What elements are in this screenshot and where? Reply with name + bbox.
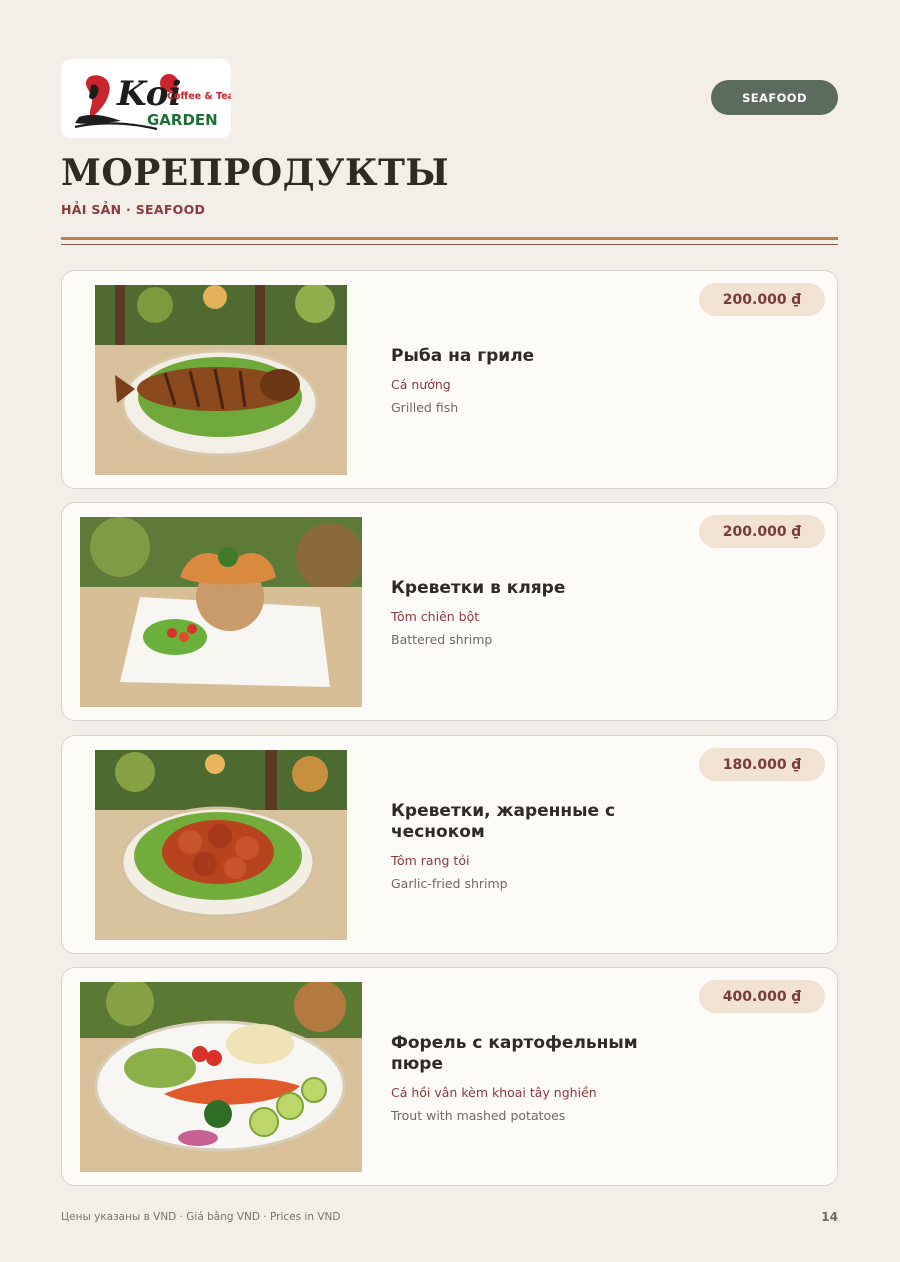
dish-text: Креветки, жаренные с чесноком Tôm rang t… [391,736,671,955]
dish-text: Рыба на гриле Cá nướng Grilled fish [391,271,671,490]
logo-name: GARDEN [147,111,218,129]
dish-name-ru: Форель с картофельным пюре [391,1032,638,1074]
trout-mashed-potatoes-photo [80,982,362,1172]
dish-name-vi: Cá hồi vân kèm khoai tây nghiền [391,1084,597,1100]
price-badge: 180.000 ₫ [699,748,825,781]
page-title: МОРЕПРОДУКТЫ [61,152,450,194]
footer-note: Цены указаны в VND · Giá bằng VND · Pric… [61,1211,341,1223]
battered-shrimp-photo [80,517,362,707]
divider-thick [61,237,838,240]
garlic-shrimp-photo [95,750,347,940]
dish-text: Креветки в кляре Tôm chiên bột Battered … [391,503,671,722]
dish-name-vi: Tôm chiên bột [391,609,480,624]
dish-name-ru: Креветки, жаренные с чесноком [391,800,616,842]
price-badge: 200.000 ₫ [699,515,825,548]
menu-item-card: 400.000 ₫ Форель с картофельным пюре Cá … [61,967,838,1186]
dish-name-en: Grilled fish [391,400,459,415]
category-badge: SEAFOOD [711,80,838,115]
dish-name-en: Battered shrimp [391,632,493,647]
price-badge: 200.000 ₫ [699,283,825,316]
dish-name-vi: Cá nướng [391,377,451,392]
dish-name-vi: Tôm rang tỏi [391,852,470,868]
grilled-fish-photo [95,285,347,475]
logo-tagline: Coffee & Tea [167,91,231,102]
dish-text: Форель с картофельным пюре Cá hồi vân kè… [391,968,671,1187]
dish-name-en: Garlic-fried shrimp [391,875,508,891]
menu-item-card: 200.000 ₫ Рыба на гриле Cá nướng Grilled… [61,270,838,489]
divider-thin [61,244,838,245]
menu-page: Koi Coffee & Tea GARDEN SEAFOOD МОРЕПРОД… [0,0,900,1262]
page-number: 14 [821,1210,838,1224]
koi-garden-logo: Koi Coffee & Tea GARDEN [61,59,231,138]
dish-name-ru: Креветки в кляре [391,578,566,598]
dish-name-ru: Рыба на гриле [391,346,535,366]
page-subtitle: HẢI SẢN · SEAFOOD [61,202,206,217]
menu-item-card: 180.000 ₫ Креветки, жаренные с чесноком … [61,735,838,954]
dish-name-en: Trout with mashed potatoes [391,1107,566,1123]
price-badge: 400.000 ₫ [699,980,825,1013]
menu-item-card: 200.000 ₫ Креветки в кляре Tôm chiên bột… [61,502,838,721]
